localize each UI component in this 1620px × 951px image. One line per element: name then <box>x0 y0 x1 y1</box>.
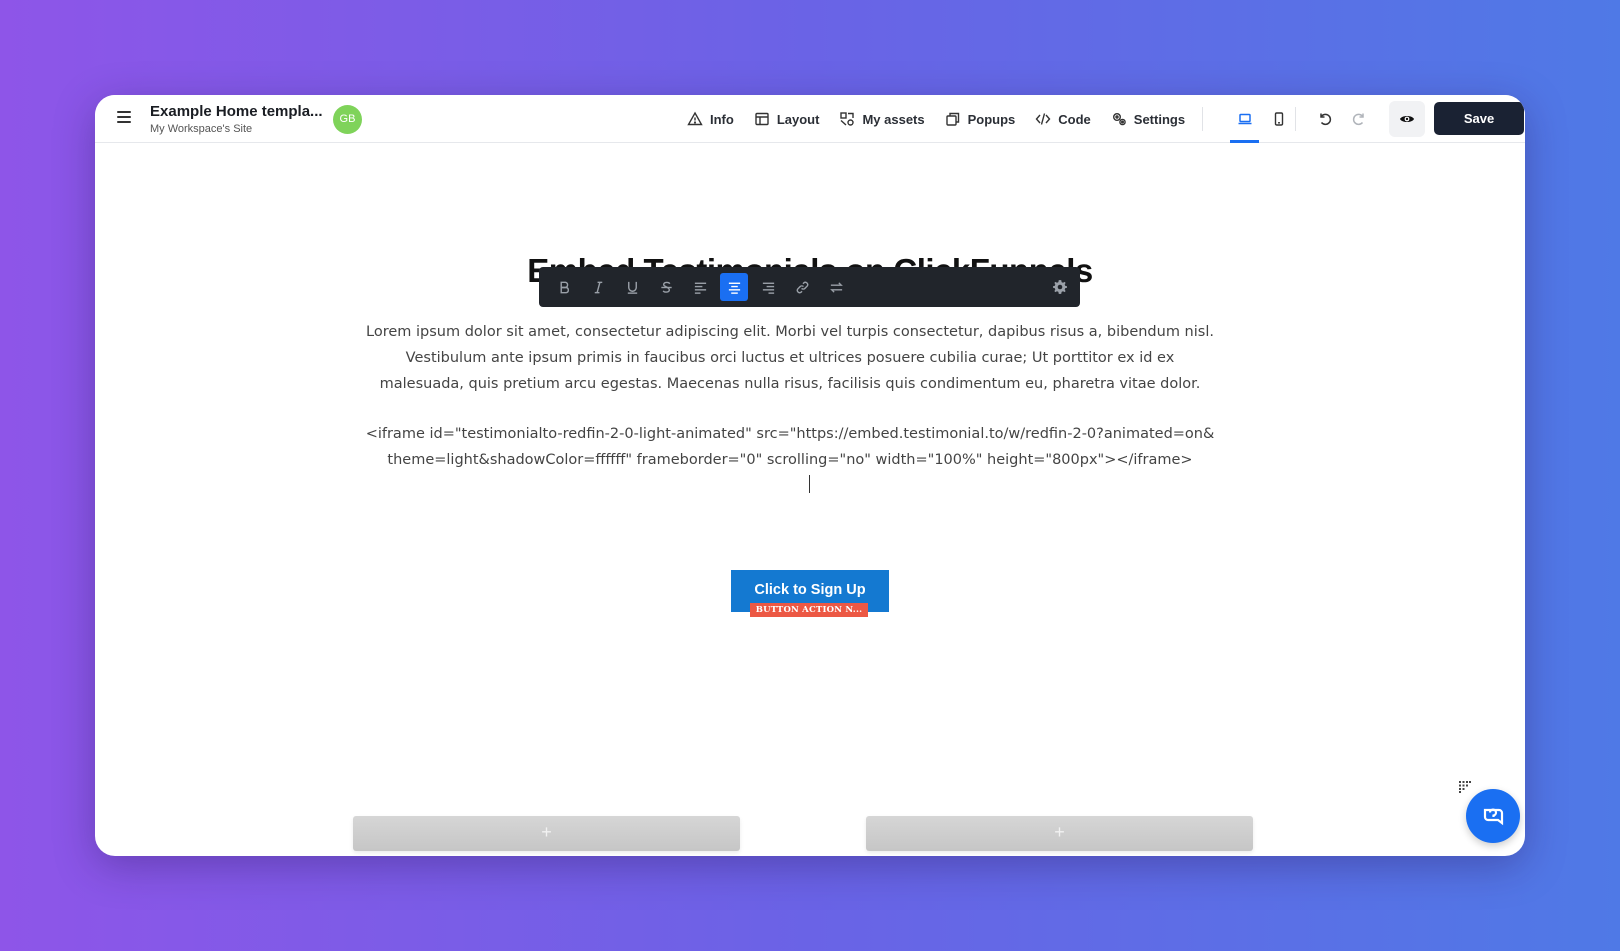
button-action-badge: BUTTON ACTION N... <box>750 603 868 617</box>
grid-dots-icon[interactable] <box>1459 781 1471 793</box>
align-left-icon <box>694 282 706 294</box>
warning-triangle-icon <box>687 111 703 126</box>
site-subtitle: My Workspace's Site <box>150 123 253 135</box>
nav-code-label: Code <box>1058 111 1091 127</box>
italic-button[interactable] <box>584 273 612 301</box>
nav-info[interactable]: Info <box>687 95 734 143</box>
nav-settings[interactable]: Settings <box>1111 95 1185 143</box>
gear-icon[interactable] <box>1052 279 1068 295</box>
text-format-toolbar <box>539 267 1080 307</box>
redo-button[interactable] <box>1342 101 1376 137</box>
bold-icon <box>560 281 569 293</box>
redo-icon <box>1352 113 1364 126</box>
strikethrough-button[interactable] <box>652 273 680 301</box>
strikethrough-icon <box>660 281 672 293</box>
top-nav: Info Layout My assets Popups Code Settin… <box>687 95 1205 143</box>
nav-code[interactable]: Code <box>1035 95 1091 143</box>
settings-icon <box>1112 113 1126 126</box>
italic-icon <box>594 281 602 293</box>
nav-layout-label: Layout <box>776 111 820 127</box>
bold-button[interactable] <box>550 273 578 301</box>
top-bar: Example Home templa... My Workspace's Si… <box>95 95 1525 143</box>
body-paragraph[interactable]: Lorem ipsum dolor sit amet, consectetur … <box>365 319 1215 397</box>
align-right-button[interactable] <box>754 273 782 301</box>
align-right-icon <box>762 282 774 294</box>
undo-icon <box>1320 113 1332 126</box>
menu-icon[interactable] <box>117 111 131 125</box>
popups-icon <box>945 112 959 126</box>
underline-icon <box>627 281 637 294</box>
divider <box>1202 107 1203 131</box>
nav-info-label: Info <box>710 111 734 127</box>
align-left-button[interactable] <box>686 273 714 301</box>
add-section-button[interactable]: + <box>866 816 1253 851</box>
swap-arrows-icon <box>829 281 843 293</box>
active-device-indicator <box>1230 140 1259 143</box>
add-section-button[interactable]: + <box>353 816 740 851</box>
code-icon <box>1035 113 1051 125</box>
nav-popups[interactable]: Popups <box>945 95 1016 143</box>
layout-icon <box>755 112 769 126</box>
eye-icon <box>1400 116 1414 122</box>
link-icon <box>796 281 808 293</box>
help-chat-button[interactable] <box>1466 789 1520 843</box>
align-center-button[interactable] <box>720 273 748 301</box>
desktop-view-button[interactable] <box>1228 101 1262 137</box>
divider <box>1295 107 1296 131</box>
swap-button[interactable] <box>822 273 850 301</box>
preview-button[interactable] <box>1389 101 1425 137</box>
nav-my-assets[interactable]: My assets <box>839 95 925 143</box>
underline-button[interactable] <box>618 273 646 301</box>
text-caret <box>809 475 810 493</box>
embed-code-text[interactable]: <iframe id="testimonialto-redfin-2-0-lig… <box>365 421 1215 473</box>
mobile-view-button[interactable] <box>1262 101 1296 137</box>
undo-button[interactable] <box>1308 101 1342 137</box>
align-center-icon <box>728 282 740 294</box>
save-button[interactable]: Save <box>1434 102 1524 135</box>
site-title[interactable]: Example Home templa... <box>150 103 323 120</box>
mobile-icon <box>1274 112 1284 126</box>
help-chat-icon <box>1483 808 1504 826</box>
link-button[interactable] <box>788 273 816 301</box>
editor-window: Example Home templa... My Workspace's Si… <box>95 95 1525 856</box>
assets-icon <box>840 112 855 126</box>
nav-popups-label: Popups <box>967 111 1016 127</box>
avatar[interactable]: GB <box>333 105 362 134</box>
nav-layout[interactable]: Layout <box>754 95 820 143</box>
nav-settings-label: Settings <box>1133 111 1186 127</box>
nav-my-assets-label: My assets <box>862 111 925 127</box>
laptop-icon <box>1238 113 1252 125</box>
